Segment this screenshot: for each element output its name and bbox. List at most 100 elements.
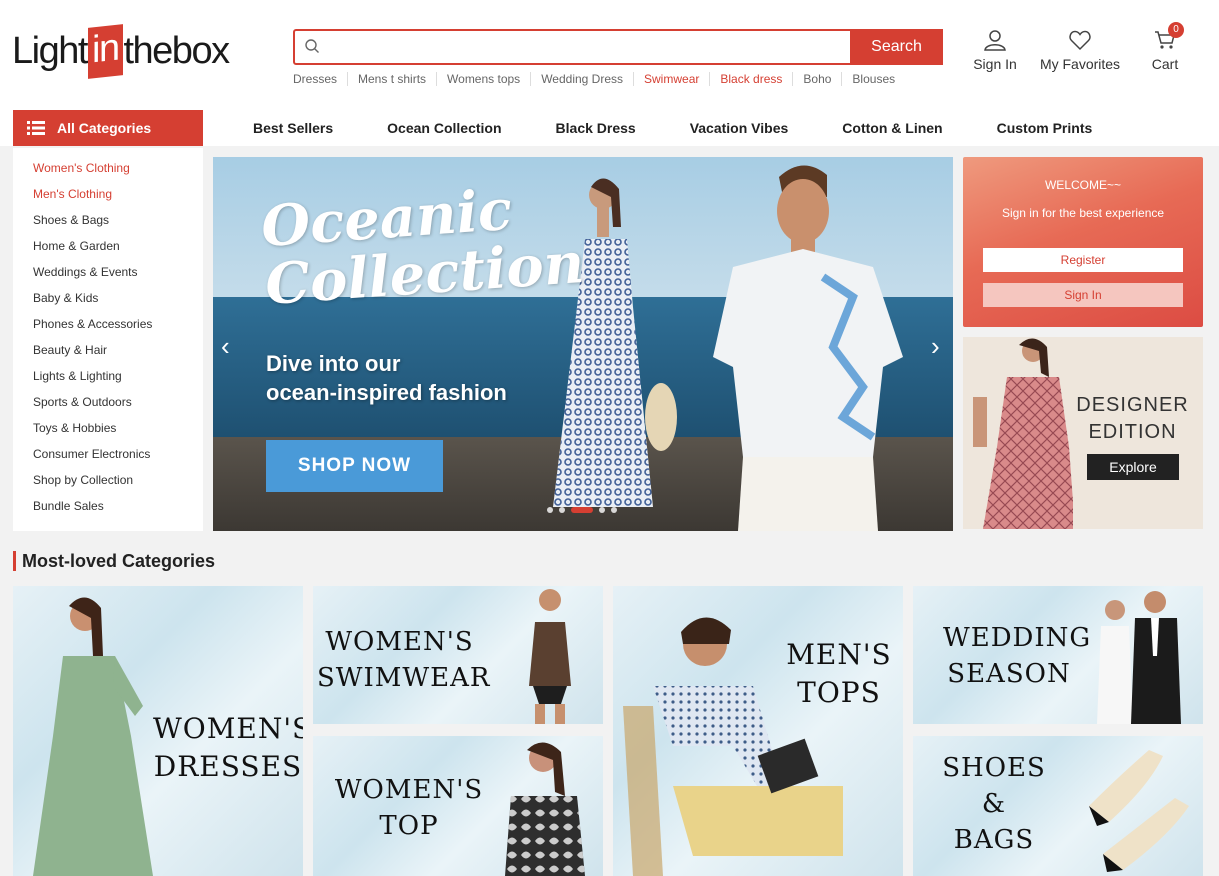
hero-banner[interactable]: Oceanic Collection Dive into our ocean-i… <box>213 157 953 531</box>
tile-label-line1: WOMEN'S <box>334 775 484 805</box>
shop-now-button[interactable]: SHOP NOW <box>266 440 443 492</box>
category-tile-womens-swimwear[interactable]: WOMEN'S SWIMWEAR <box>313 586 603 724</box>
nav-custom-prints[interactable]: Custom Prints <box>997 120 1093 136</box>
hero-subtitle: Dive into our ocean-inspired fashion <box>266 349 507 407</box>
mens-tops-model-image <box>623 617 843 876</box>
nav-ocean-collection[interactable]: Ocean Collection <box>387 120 501 136</box>
sidebar-item-phones-accessories[interactable]: Phones & Accessories <box>13 316 203 342</box>
category-tile-shoes-bags[interactable]: SHOES & BAGS <box>913 736 1203 876</box>
tile-label-line1: WOMEN'S <box>325 627 474 657</box>
sidebar-item-baby-kids[interactable]: Baby & Kids <box>13 290 203 316</box>
carousel-dot[interactable] <box>599 507 605 513</box>
all-categories-button[interactable]: All Categories <box>13 110 203 146</box>
category-tile-wedding-season[interactable]: WEDDING SEASON <box>913 586 1203 724</box>
category-tile-mens-tops[interactable]: MEN'S TOPS <box>613 586 903 876</box>
search-icon <box>305 39 319 53</box>
chevron-right-icon[interactable]: › <box>931 333 940 359</box>
hero-subtitle-line2: ocean-inspired fashion <box>266 380 507 405</box>
nav-links: Best Sellers Ocean Collection Black Dres… <box>253 120 1146 136</box>
sidebar-item-home-garden[interactable]: Home & Garden <box>13 238 203 264</box>
hot-search-list: Dresses Mens t shirts Womens tops Weddin… <box>293 72 905 86</box>
tile-label-line2: SEASON <box>947 659 1071 689</box>
search-bar: Search <box>293 29 943 65</box>
chevron-left-icon[interactable]: ‹ <box>221 333 230 359</box>
welcome-title: WELCOME~~ <box>1044 178 1122 192</box>
tile-label-line2: SWIMWEAR <box>317 663 491 693</box>
search-input[interactable] <box>329 33 839 61</box>
designer-model-image <box>973 338 1073 529</box>
womens-swimwear-model-image <box>529 589 571 724</box>
tile-label-line1: WEDDING <box>943 623 1092 653</box>
all-categories-label: All Categories <box>57 120 152 136</box>
hero-title: Oceanic Collection <box>259 176 586 318</box>
womens-swimwear-label: WOMEN'S SWIMWEAR <box>317 624 491 696</box>
mens-tops-label: MEN'S TOPS <box>781 636 897 712</box>
hot-search-dresses[interactable]: Dresses <box>293 72 347 86</box>
sidebar-item-weddings-events[interactable]: Weddings & Events <box>13 264 203 290</box>
designer-edition-banner[interactable]: DESIGNER EDITION Explore <box>963 337 1203 529</box>
carousel-dot[interactable] <box>611 507 617 513</box>
welcome-subtitle: Sign in for the best experience <box>1001 206 1165 220</box>
sidebar-item-lights-lighting[interactable]: Lights & Lighting <box>13 368 203 394</box>
carousel-dots <box>547 507 617 513</box>
logo-text-in: in <box>87 23 123 79</box>
nav-cotton-linen[interactable]: Cotton & Linen <box>842 120 942 136</box>
designer-line2: EDITION <box>1088 421 1177 443</box>
sidebar-item-mens-clothing[interactable]: Men's Clothing <box>13 186 203 212</box>
tile-label-line2: DRESSES <box>153 750 303 783</box>
main-nav: All Categories Best Sellers Ocean Collec… <box>0 108 1219 146</box>
category-sidebar: Women's Clothing Men's Clothing Shoes & … <box>13 148 203 531</box>
hot-search-blouses[interactable]: Blouses <box>841 72 905 86</box>
sign-in-action[interactable]: Sign In <box>972 28 1018 72</box>
hero-subtitle-line1: Dive into our <box>266 351 401 376</box>
favorites-label: My Favorites <box>1039 56 1121 72</box>
hot-search-womens-tops[interactable]: Womens tops <box>436 72 530 86</box>
shoes-bags-label: SHOES & BAGS <box>941 750 1047 858</box>
hot-search-wedding-dress[interactable]: Wedding Dress <box>530 72 633 86</box>
category-tile-womens-dresses[interactable]: WOMEN'S DRESSES <box>13 586 303 876</box>
sign-in-label: Sign In <box>973 56 1017 72</box>
hero-man-model-image <box>713 165 903 531</box>
nav-vacation-vibes[interactable]: Vacation Vibes <box>690 120 789 136</box>
carousel-dot[interactable] <box>559 507 565 513</box>
womens-top-model-image <box>505 742 585 876</box>
carousel-dot-active[interactable] <box>571 507 593 513</box>
welcome-panel: WELCOME~~ Sign in for the best experienc… <box>963 157 1203 327</box>
favorites-action[interactable]: My Favorites <box>1038 28 1122 72</box>
user-icon <box>984 30 1006 51</box>
womens-top-label: WOMEN'S TOP <box>333 772 485 844</box>
hot-search-mens-t-shirts[interactable]: Mens t shirts <box>347 72 436 86</box>
sign-in-button[interactable]: Sign In <box>983 283 1183 307</box>
cart-count-badge: 0 <box>1168 22 1184 38</box>
nav-black-dress[interactable]: Black Dress <box>556 120 636 136</box>
wedding-couple-image <box>1097 591 1181 724</box>
sidebar-item-womens-clothing[interactable]: Women's Clothing <box>13 160 203 186</box>
cart-label: Cart <box>1151 56 1179 72</box>
category-tile-womens-top[interactable]: WOMEN'S TOP <box>313 736 603 876</box>
nav-best-sellers[interactable]: Best Sellers <box>253 120 333 136</box>
cart-action[interactable]: 0 Cart <box>1150 22 1184 72</box>
sidebar-item-sports-outdoors[interactable]: Sports & Outdoors <box>13 394 203 420</box>
heading-accent-bar <box>13 551 16 571</box>
explore-button[interactable]: Explore <box>1087 454 1179 480</box>
carousel-dot[interactable] <box>547 507 553 513</box>
most-loved-title: Most-loved Categories <box>22 550 216 571</box>
register-button[interactable]: Register <box>983 248 1183 272</box>
hot-search-boho[interactable]: Boho <box>792 72 841 86</box>
tile-label-line1: MEN'S <box>786 638 892 671</box>
search-button[interactable]: Search <box>850 29 943 65</box>
sidebar-item-toys-hobbies[interactable]: Toys & Hobbies <box>13 420 203 446</box>
heart-icon <box>1069 30 1091 51</box>
sidebar-item-bundle-sales[interactable]: Bundle Sales <box>13 498 203 524</box>
womens-dresses-model-image <box>33 597 153 876</box>
hot-search-swimwear[interactable]: Swimwear <box>633 72 709 86</box>
sidebar-item-beauty-hair[interactable]: Beauty & Hair <box>13 342 203 368</box>
sidebar-item-shoes-bags[interactable]: Shoes & Bags <box>13 212 203 238</box>
logo-text-light: Light <box>12 29 88 72</box>
shoes-image <box>1089 750 1189 872</box>
tile-label-line3: BAGS <box>953 825 1035 855</box>
hot-search-black-dress[interactable]: Black dress <box>709 72 792 86</box>
site-logo[interactable]: Light in thebox <box>12 23 230 79</box>
sidebar-item-consumer-electronics[interactable]: Consumer Electronics <box>13 446 203 472</box>
sidebar-item-shop-by-collection[interactable]: Shop by Collection <box>13 472 203 498</box>
